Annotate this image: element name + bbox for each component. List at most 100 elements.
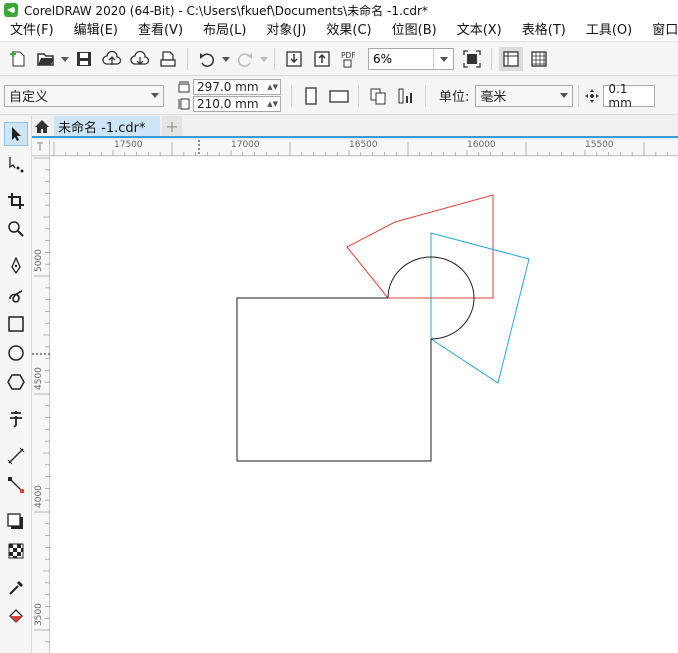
ruler-tick-label: 16500 [349,140,378,150]
cloud-download-icon[interactable] [128,47,152,71]
toolbar-separator [274,48,275,70]
ruler-tick-label: 17000 [231,140,260,150]
spinner-icon[interactable]: ▲▼ [267,97,280,111]
property-bar: 自定义 297.0 mm ▲▼ 210.0 mm ▲▼ 单位: 毫米 0.1 m… [0,77,678,115]
full-screen-icon[interactable] [460,47,484,71]
ruler-origin[interactable] [32,140,50,156]
window-title: CorelDRAW 2020 (64-Bit) - C:\Users\fkuef… [24,3,428,18]
page-height-field[interactable]: 210.0 mm ▲▼ [193,96,281,112]
page-width-field[interactable]: 297.0 mm ▲▼ [193,79,281,95]
polygon-tool-icon[interactable] [4,370,28,394]
vertical-ruler-ticks [32,157,50,643]
nudge-icon [584,88,600,104]
nudge-distance-field[interactable]: 0.1 mm [603,82,656,110]
eyedropper-tool-icon[interactable] [4,576,28,600]
open-folder-icon[interactable] [34,47,58,71]
spinner-icon[interactable]: ▲▼ [267,80,280,94]
chevron-down-icon[interactable] [60,47,70,71]
menu-file[interactable]: 文件(F) [0,20,64,41]
menu-edit[interactable]: 编辑(E) [64,20,128,41]
landscape-icon[interactable] [327,84,351,108]
toolbar-separator [358,84,359,107]
cloud-upload-icon[interactable] [100,47,124,71]
horizontal-ruler[interactable]: 17500 17000 16500 16000 15500 [50,140,678,156]
chevron-down-icon [560,93,569,98]
transparency-tool-icon[interactable] [4,539,28,563]
ruler-tick-label: 16000 [467,140,496,150]
title-bar: CorelDRAW 2020 (64-Bit) - C:\Users\fkuef… [0,0,678,20]
zoom-tool-icon[interactable] [4,217,28,241]
zoom-level-combo[interactable] [368,48,454,70]
menu-window[interactable]: 窗口 [642,20,678,41]
save-icon[interactable] [72,47,96,71]
ruler-origin-icon [37,142,43,151]
units-select[interactable]: 毫米 [475,84,574,107]
menu-layout[interactable]: 布局(L) [193,20,256,41]
blue-quadrilateral-shape[interactable] [430,232,530,384]
coreldraw-logo-icon [4,3,18,17]
black-rectangle-shape[interactable] [236,297,432,462]
page-size-select[interactable]: 自定义 [4,84,164,107]
chevron-down-icon[interactable] [433,49,453,69]
ellipse-tool-icon[interactable] [4,341,28,365]
redo-icon [233,47,257,71]
document-tab-strip: 未命名 -1.cdr* + [32,116,678,138]
ruler-tick-label: 5000 [34,249,44,272]
pick-tool-icon[interactable] [4,122,28,146]
chevron-down-icon[interactable] [221,47,231,71]
menu-effects[interactable]: 效果(C) [316,20,381,41]
add-tab-button[interactable]: + [162,116,182,136]
tab-document[interactable]: 未命名 -1.cdr* [54,116,160,136]
svg-text:PDF: PDF [341,51,356,60]
parallel-dimension-icon[interactable] [4,444,28,468]
units-label: 单位: [439,90,470,105]
toolbar-separator [187,48,188,70]
ruler-tick-label: 17500 [114,140,143,150]
home-icon[interactable] [32,116,52,136]
show-grid-icon[interactable] [527,47,551,71]
freehand-tool-icon[interactable] [4,254,28,278]
vertical-ruler[interactable]: 5000 4500 4000 3500 [32,156,50,653]
menu-table[interactable]: 表格(T) [512,20,576,41]
crop-tool-icon[interactable] [4,189,28,213]
rectangle-tool-icon[interactable] [4,312,28,336]
ruler-tick-label: 4000 [34,485,44,508]
toolbar-separator [578,84,580,107]
drawing-canvas[interactable] [50,157,678,653]
current-page-icon[interactable] [394,84,418,108]
interactive-fill-icon[interactable] [4,605,28,629]
text-tool-icon[interactable] [4,407,28,431]
new-document-icon[interactable] [6,47,30,71]
shape-tool-icon[interactable] [4,152,28,176]
portrait-icon[interactable] [299,84,323,108]
print-icon[interactable] [156,47,180,71]
undo-icon[interactable] [195,47,219,71]
publish-pdf-icon[interactable]: PDF [338,47,362,71]
ruler-tick-label: 3500 [34,603,44,626]
menu-text[interactable]: 文本(X) [447,20,512,41]
menu-object[interactable]: 对象(J) [256,20,316,41]
drop-shadow-icon[interactable] [4,510,28,534]
page-dimensions: 297.0 mm ▲▼ 210.0 mm ▲▼ [178,79,281,113]
all-pages-icon[interactable] [366,84,390,108]
connector-tool-icon[interactable] [4,473,28,497]
ruler-tick-label: 4500 [34,367,44,390]
page-width-icon [178,81,190,93]
toolbar-separator [491,48,492,70]
chevron-down-icon [259,47,269,71]
menu-view[interactable]: 查看(V) [128,20,193,41]
menu-bar: 文件(F) 编辑(E) 查看(V) 布局(L) 对象(J) 效果(C) 位图(B… [0,20,678,42]
export-icon[interactable] [310,47,334,71]
menu-tools[interactable]: 工具(O) [576,20,642,41]
toolbar-separator [291,84,292,107]
import-icon[interactable] [282,47,306,71]
toolbar-separator [425,84,426,107]
ruler-tick-label: 15500 [585,140,614,150]
page-size-value: 自定义 [9,90,49,105]
menu-bitmaps[interactable]: 位图(B) [382,20,447,41]
artistic-media-icon[interactable] [4,283,28,307]
units-value: 毫米 [480,90,507,105]
zoom-level-input[interactable] [369,52,433,66]
standard-toolbar: PDF [0,43,678,76]
show-rulers-icon[interactable] [499,47,523,71]
